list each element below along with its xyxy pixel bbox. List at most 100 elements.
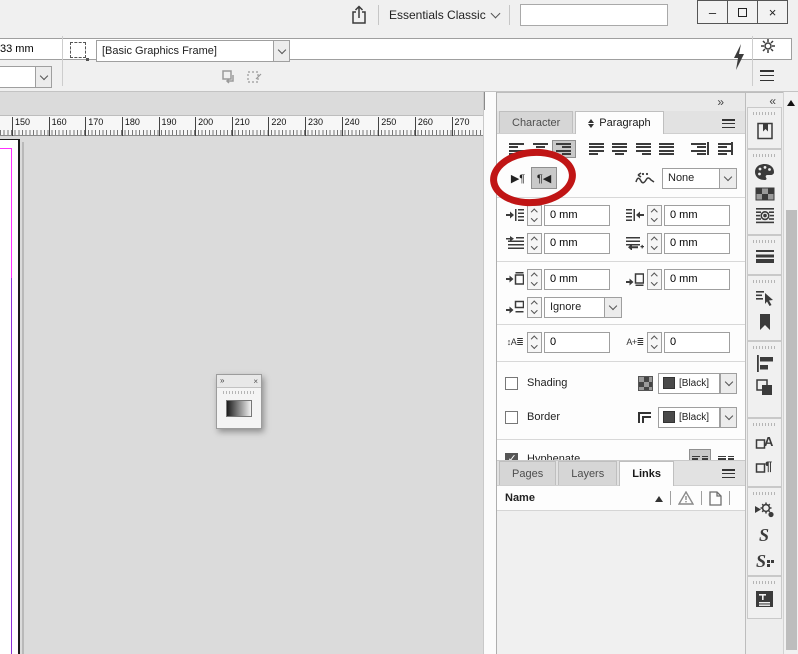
collapse-panels-icon[interactable]: » — [717, 94, 724, 110]
gear-icon[interactable] — [760, 38, 776, 54]
shading-checkbox[interactable] — [505, 376, 518, 390]
drop-cap-characters-field[interactable] — [664, 331, 730, 353]
share-icon[interactable] — [350, 5, 368, 25]
space-before-stepper[interactable] — [527, 268, 542, 290]
title-bar: Essentials Classic – × — [0, 0, 798, 30]
object-styles-icon[interactable]: A — [748, 432, 781, 450]
pathfinder-icon[interactable] — [748, 378, 781, 397]
interactive-hand-icon[interactable] — [748, 289, 781, 307]
space-before-icon — [505, 272, 525, 286]
right-indent-field[interactable] — [664, 204, 730, 226]
justify-last-center-button[interactable] — [608, 140, 632, 158]
tab-paragraph[interactable]: Paragraph — [575, 111, 664, 134]
align-towards-spine-button[interactable] — [690, 140, 714, 158]
text-wrap-icon[interactable] — [748, 207, 781, 225]
panel-menu-icon[interactable] — [722, 469, 735, 478]
justify-last-right-button[interactable] — [631, 140, 655, 158]
document-canvas[interactable]: 150 160 170 180 190 200 210 220 230 240 250 260 270 … — [0, 92, 483, 654]
scripts-icon[interactable]: S — [748, 525, 781, 545]
swatches-icon[interactable] — [748, 187, 781, 201]
chevron-down-icon — [490, 8, 501, 19]
left-indent-field[interactable] — [544, 204, 610, 226]
workspace-switcher[interactable]: Essentials Classic — [389, 8, 501, 22]
floating-gradient-panel[interactable]: » × — [216, 374, 262, 429]
window-controls: – × — [697, 0, 788, 24]
link-warning-icon[interactable] — [678, 491, 694, 505]
tab-layers[interactable]: Layers — [558, 461, 618, 485]
first-line-indent-icon — [505, 236, 525, 250]
justify-all-button[interactable] — [655, 140, 679, 158]
tab-pages[interactable]: Pages — [499, 461, 557, 485]
color-palette-icon[interactable] — [748, 163, 781, 181]
right-indent-stepper[interactable] — [647, 204, 662, 226]
links-list-empty[interactable] — [497, 511, 745, 654]
chevron-down-icon[interactable] — [604, 296, 622, 318]
space-between-stepper[interactable] — [527, 296, 542, 318]
dock-scrollbar[interactable] — [783, 92, 798, 654]
shading-color-value: [Black] — [679, 377, 710, 389]
chevron-down-icon[interactable] — [720, 372, 737, 394]
align-icon[interactable] — [748, 355, 781, 372]
border-color-dropdown[interactable]: [Black] — [658, 406, 720, 428]
drop-cap-lines-stepper[interactable] — [527, 331, 542, 353]
stroke-icon[interactable] — [748, 249, 781, 263]
list-type-dropdown[interactable]: None — [662, 167, 737, 189]
chevron-down-icon[interactable] — [720, 406, 737, 428]
svg-text:S: S — [759, 525, 769, 545]
story-text-icon[interactable] — [748, 590, 781, 608]
stroke-weight-dropdown[interactable] — [0, 66, 52, 88]
gradient-swatch[interactable] — [226, 400, 252, 417]
mini-panel-close-icon[interactable]: × — [253, 377, 258, 386]
links-name-header[interactable]: Name — [505, 492, 535, 504]
gripper-dots — [753, 423, 776, 426]
tab-character[interactable]: Character — [499, 111, 574, 133]
panel-menu-icon[interactable] — [722, 119, 735, 128]
drop-cap-characters-stepper[interactable] — [647, 331, 662, 353]
chevron-down-icon[interactable] — [719, 167, 737, 189]
border-checkbox[interactable] — [505, 410, 518, 424]
paragraph-styles-icon[interactable]: ¶ — [748, 456, 781, 474]
script-label-icon[interactable]: S — [748, 551, 781, 571]
maximize-button[interactable] — [727, 0, 758, 24]
chevron-down-icon[interactable] — [273, 40, 290, 62]
indent-row-1 — [505, 204, 737, 226]
pages-book-icon[interactable] — [748, 121, 781, 141]
space-after-stepper[interactable] — [647, 268, 662, 290]
clear-overrides-icon[interactable] — [246, 70, 262, 84]
mini-panel-collapse-icon[interactable]: » — [220, 373, 225, 389]
object-style-dropdown[interactable]: [Basic Graphics Frame] — [96, 40, 290, 62]
scrollbar-thumb[interactable] — [786, 210, 797, 650]
scroll-up-icon[interactable] — [787, 96, 795, 106]
space-after-field[interactable] — [664, 268, 730, 290]
scroll-up-icon[interactable] — [484, 92, 485, 110]
last-line-indent-field[interactable] — [664, 232, 730, 254]
close-button[interactable]: × — [757, 0, 788, 24]
tab-links[interactable]: Links — [619, 461, 674, 486]
ruler-tick-label: 190 — [158, 117, 177, 136]
lightning-icon[interactable] — [732, 44, 746, 70]
search-input[interactable] — [519, 4, 668, 26]
minimize-button[interactable]: – — [697, 0, 728, 24]
justify-last-left-button[interactable] — [584, 140, 608, 158]
space-before-field[interactable] — [544, 268, 610, 290]
last-line-indent-icon — [625, 236, 645, 250]
ruler-tick-label: 200 — [195, 117, 213, 136]
sort-ascending-icon[interactable] — [655, 492, 663, 502]
drop-cap-lines-icon: ↕A≣ — [506, 336, 524, 347]
page-shadow — [22, 142, 24, 654]
align-away-from-spine-button[interactable] — [714, 140, 738, 158]
bookmark-icon[interactable] — [748, 313, 781, 331]
left-indent-stepper[interactable] — [527, 204, 542, 226]
last-line-indent-stepper[interactable] — [647, 232, 662, 254]
data-merge-icon[interactable] — [748, 501, 781, 519]
space-between-dropdown[interactable]: Ignore — [544, 296, 622, 318]
first-line-indent-stepper[interactable] — [527, 232, 542, 254]
break-link-to-style-icon[interactable] — [222, 70, 238, 84]
border-style-icon — [638, 410, 653, 425]
drop-cap-lines-field[interactable] — [544, 331, 610, 353]
chevron-down-icon[interactable] — [35, 66, 52, 88]
first-line-indent-field[interactable] — [544, 232, 610, 254]
menu-icon[interactable] — [760, 70, 774, 81]
link-page-icon[interactable] — [709, 490, 722, 506]
shading-color-dropdown[interactable]: [Black] — [658, 372, 720, 394]
